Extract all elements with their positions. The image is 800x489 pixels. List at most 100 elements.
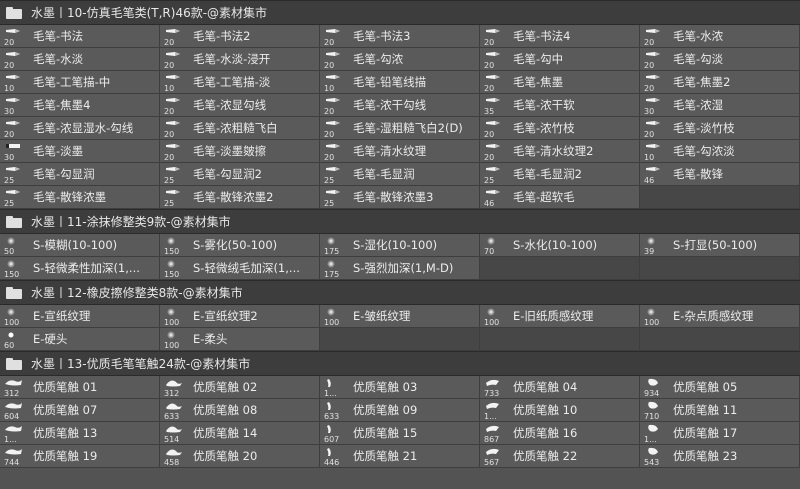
brush-preset-item[interactable]: 10 毛笔-勾浓淡 bbox=[640, 140, 800, 163]
brush-preset-item[interactable]: 20 毛笔-浓粗糙飞白 bbox=[160, 117, 320, 140]
brush-preset-item[interactable]: 20 毛笔-书法4 bbox=[480, 25, 640, 48]
brush-preset-item[interactable]: 100 E-旧纸质感纹理 bbox=[480, 305, 640, 328]
brush-preset-name: 毛笔-铅笔线描 bbox=[353, 75, 427, 89]
brush-preset-item[interactable]: 20 毛笔-淡竹枝 bbox=[640, 117, 800, 140]
brush-preset-name: 毛笔-书法2 bbox=[193, 29, 251, 43]
brush-preset-item[interactable]: 30 毛笔-焦墨4 bbox=[0, 94, 160, 117]
brush-preset-item[interactable]: 446 优质笔触 21 bbox=[320, 445, 480, 468]
brush-preset-item[interactable]: 20 毛笔-书法 bbox=[0, 25, 160, 48]
brush-preset-item[interactable]: 567 优质笔触 22 bbox=[480, 445, 640, 468]
brush-preset-item[interactable]: 25 毛笔-毛显润 bbox=[320, 163, 480, 186]
brush-preset-item[interactable]: 20 毛笔-淡墨皴擦 bbox=[160, 140, 320, 163]
brush-preset-item[interactable]: 175 S-强烈加深(1,M-D) bbox=[320, 257, 480, 280]
brush-group-header[interactable]: 水墨丨10-仿真毛笔类(T,R)46款-@素材集市 bbox=[0, 0, 800, 25]
brush-preset-item[interactable]: 20 毛笔-清水纹理 bbox=[320, 140, 480, 163]
brush-preset-item[interactable]: 312 优质笔触 01 bbox=[0, 376, 160, 399]
brush-preset-item[interactable]: 710 优质笔触 11 bbox=[640, 399, 800, 422]
brush-preset-item[interactable]: 20 毛笔-勾中 bbox=[480, 48, 640, 71]
brush-preset-item[interactable]: 20 毛笔-水淡-浸开 bbox=[160, 48, 320, 71]
brush-group-title: 水墨丨12-橡皮擦修整类8款-@素材集市 bbox=[31, 286, 243, 300]
brush-preset-item[interactable]: 20 毛笔-书法3 bbox=[320, 25, 480, 48]
brush-preset-name: 毛笔-淡竹枝 bbox=[673, 121, 735, 135]
brush-preset-item[interactable]: 1... 优质笔触 17 bbox=[640, 422, 800, 445]
brush-preset-item[interactable]: 39 S-打显(50-100) bbox=[640, 234, 800, 257]
brush-preset-item[interactable]: 150 S-轻微绒毛加深(1,... bbox=[160, 257, 320, 280]
brush-preset-item[interactable]: 175 S-湿化(10-100) bbox=[320, 234, 480, 257]
brush-preset-item[interactable]: 100 E-宣纸纹理2 bbox=[160, 305, 320, 328]
brush-preset-name: 毛笔-清水纹理 bbox=[353, 144, 427, 158]
brush-preset-item[interactable]: 543 优质笔触 23 bbox=[640, 445, 800, 468]
brush-preset-item[interactable]: 100 E-柔头 bbox=[160, 328, 320, 351]
brush-preset-item[interactable]: 733 优质笔触 04 bbox=[480, 376, 640, 399]
brush-size-label: 20 bbox=[164, 153, 175, 162]
brush-preset-item[interactable]: 10 毛笔-铅笔线描 bbox=[320, 71, 480, 94]
brush-preset-item[interactable]: 20 毛笔-湿粗糙飞白2(D) bbox=[320, 117, 480, 140]
brush-preset-item[interactable]: 150 S-轻微柔性加深(1,... bbox=[0, 257, 160, 280]
brush-preset-item[interactable]: 20 毛笔-浓显湿水-勾线 bbox=[0, 117, 160, 140]
brush-preset-item[interactable]: 867 优质笔触 16 bbox=[480, 422, 640, 445]
brush-preset-name: S-轻微绒毛加深(1,... bbox=[193, 261, 300, 275]
brush-preset-item[interactable]: 20 毛笔-焦墨 bbox=[480, 71, 640, 94]
brush-size-label: 20 bbox=[644, 38, 655, 47]
brush-preset-item[interactable]: 20 毛笔-浓干勾线 bbox=[320, 94, 480, 117]
brush-size-label: 446 bbox=[324, 458, 340, 467]
brush-preset-name: 优质笔触 11 bbox=[673, 403, 738, 417]
brush-preset-name: E-皱纸纹理 bbox=[353, 309, 411, 323]
brush-preset-item[interactable]: 25 毛笔-勾显润2 bbox=[160, 163, 320, 186]
brush-preset-item[interactable]: 25 毛笔-散锋浓墨 bbox=[0, 186, 160, 209]
brush-preset-item[interactable]: 100 E-皱纸纹理 bbox=[320, 305, 480, 328]
brush-preset-item[interactable]: 25 毛笔-散锋浓墨2 bbox=[160, 186, 320, 209]
brush-preset-item[interactable]: 10 毛笔-工笔描-中 bbox=[0, 71, 160, 94]
brush-preset-name: 毛笔-浓干勾线 bbox=[353, 98, 427, 112]
brush-preset-name: S-强烈加深(1,M-D) bbox=[353, 261, 454, 275]
brush-preset-name: S-轻微柔性加深(1,... bbox=[33, 261, 140, 275]
brush-preset-item[interactable]: 1... 优质笔触 13 bbox=[0, 422, 160, 445]
brush-preset-item[interactable]: 633 优质笔触 09 bbox=[320, 399, 480, 422]
brush-preset-item[interactable]: 25 毛笔-毛显润2 bbox=[480, 163, 640, 186]
brush-preset-item[interactable]: 20 毛笔-水浓 bbox=[640, 25, 800, 48]
brush-preset-item[interactable]: 70 S-水化(10-100) bbox=[480, 234, 640, 257]
brush-preset-item[interactable]: 633 优质笔触 08 bbox=[160, 399, 320, 422]
brush-preset-item[interactable]: 312 优质笔触 02 bbox=[160, 376, 320, 399]
brush-preset-item[interactable]: 607 优质笔触 15 bbox=[320, 422, 480, 445]
brush-preset-item[interactable]: 20 毛笔-书法2 bbox=[160, 25, 320, 48]
brush-preset-name: 优质笔触 17 bbox=[673, 426, 738, 440]
brush-preset-item[interactable]: 35 毛笔-浓干软 bbox=[480, 94, 640, 117]
brush-preset-item[interactable]: 25 毛笔-勾显润 bbox=[0, 163, 160, 186]
brush-preset-item[interactable]: 30 毛笔-浓湿 bbox=[640, 94, 800, 117]
brush-preset-item[interactable]: 46 毛笔-超软毛 bbox=[480, 186, 640, 209]
brush-preset-item[interactable]: 934 优质笔触 05 bbox=[640, 376, 800, 399]
brush-preset-item[interactable]: 20 毛笔-浓显勾线 bbox=[160, 94, 320, 117]
brush-preset-item[interactable]: 60 E-硬头 bbox=[0, 328, 160, 351]
brush-preset-item[interactable]: 20 毛笔-焦墨2 bbox=[640, 71, 800, 94]
brush-preset-item[interactable]: 30 毛笔-淡墨 bbox=[0, 140, 160, 163]
brush-preset-item[interactable]: 1... 优质笔触 10 bbox=[480, 399, 640, 422]
brush-preset-item[interactable]: 514 优质笔触 14 bbox=[160, 422, 320, 445]
brush-preset-item[interactable]: 604 优质笔触 07 bbox=[0, 399, 160, 422]
brush-preset-item[interactable]: 46 毛笔-散锋 bbox=[640, 163, 800, 186]
brush-size-label: 1... bbox=[644, 435, 657, 444]
brush-size-label: 100 bbox=[324, 318, 340, 327]
brush-preset-item[interactable]: 20 毛笔-勾淡 bbox=[640, 48, 800, 71]
brush-preset-item[interactable]: 20 毛笔-勾浓 bbox=[320, 48, 480, 71]
brush-preset-item[interactable]: 50 S-模糊(10-100) bbox=[0, 234, 160, 257]
brush-preset-item[interactable]: 20 毛笔-清水纹理2 bbox=[480, 140, 640, 163]
brush-preset-name: 毛笔-浓粗糙飞白 bbox=[193, 121, 278, 135]
brush-group-header[interactable]: 水墨丨12-橡皮擦修整类8款-@素材集市 bbox=[0, 280, 800, 305]
brush-preset-item[interactable]: 20 毛笔-浓竹枝 bbox=[480, 117, 640, 140]
brush-group-header[interactable]: 水墨丨13-优质毛笔笔触24款-@素材集市 bbox=[0, 351, 800, 376]
brush-preset-name: 优质笔触 23 bbox=[673, 449, 738, 463]
brush-preset-item[interactable]: 100 E-宣纸纹理 bbox=[0, 305, 160, 328]
brush-preset-item[interactable]: 10 毛笔-工笔描-淡 bbox=[160, 71, 320, 94]
brush-preset-item[interactable]: 1... 优质笔触 03 bbox=[320, 376, 480, 399]
brush-preset-item[interactable]: 20 毛笔-水淡 bbox=[0, 48, 160, 71]
brush-preset-name: 优质笔触 16 bbox=[513, 426, 578, 440]
brush-preset-item[interactable]: 150 S-雾化(50-100) bbox=[160, 234, 320, 257]
brush-preset-item[interactable]: 25 毛笔-散锋浓墨3 bbox=[320, 186, 480, 209]
brush-preset-item[interactable]: 744 优质笔触 19 bbox=[0, 445, 160, 468]
brush-preset-item[interactable]: 458 优质笔触 20 bbox=[160, 445, 320, 468]
brush-preset-name: 毛笔-书法3 bbox=[353, 29, 411, 43]
brush-group-header[interactable]: 水墨丨11-涂抹修整类9款-@素材集市 bbox=[0, 209, 800, 234]
brush-size-label: 10 bbox=[164, 84, 175, 93]
brush-preset-item[interactable]: 100 E-杂点质感纹理 bbox=[640, 305, 800, 328]
